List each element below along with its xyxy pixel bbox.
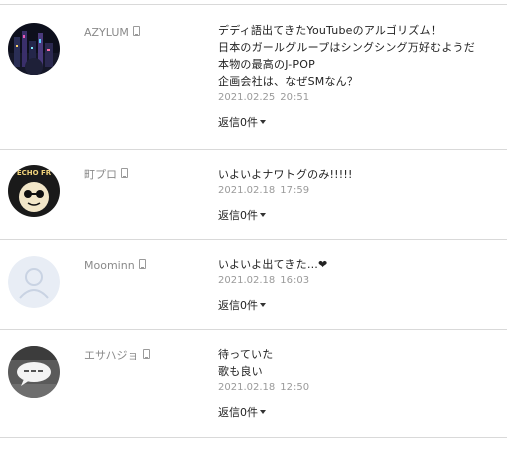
- comment-text-line: 待っていた: [218, 348, 274, 361]
- mobile-device-icon: [142, 349, 150, 359]
- comment-text-line: いよいよナワトグのみ!!!!!: [218, 168, 353, 181]
- mobile-device-icon: [132, 26, 140, 36]
- comment-author[interactable]: 町プロ: [84, 168, 128, 182]
- reply-label: 返信0件: [218, 209, 258, 222]
- reply-toggle-button[interactable]: 返信0件: [218, 406, 503, 420]
- time-value: 12:50: [280, 382, 310, 393]
- comment-body: デディ語出てきたYouTubeのアルゴリズム！ 日本のガールグループはシングシン…: [218, 22, 503, 130]
- author-name: AZYLUM: [84, 26, 129, 39]
- date-value: 2021.02.18: [218, 185, 276, 196]
- comment-author[interactable]: Moominn: [84, 259, 146, 273]
- comment-date: 2021.02.18 12:50: [218, 381, 503, 395]
- caret-down-icon: [260, 410, 266, 414]
- author-name: Moominn: [84, 259, 135, 272]
- caret-down-icon: [260, 120, 266, 124]
- comment-text-line: 歌も良い: [218, 365, 263, 378]
- reply-label: 返信0件: [218, 406, 258, 419]
- comment-item: Moominn いよいよ出てきた…❤ 2021.02.18 16:03 返信0件: [0, 240, 507, 330]
- comment-text-line: 日本のガールグループはシングシング万好むようだ: [218, 41, 475, 54]
- comment-body: いよいよナワトグのみ!!!!! 2021.02.18 17:59 返信0件: [218, 166, 503, 223]
- comment-date: 2021.02.25 20:51: [218, 91, 503, 105]
- comment-body: 待っていた 歌も良い 2021.02.18 12:50 返信0件: [218, 346, 503, 420]
- reply-label: 返信0件: [218, 116, 258, 129]
- date-value: 2021.02.18: [218, 275, 276, 286]
- comment-text-line: 本物の最高のJ-POP: [218, 58, 315, 71]
- mobile-device-icon: [138, 259, 146, 269]
- comment-author[interactable]: AZYLUM: [84, 26, 140, 40]
- comment-body: いよいよ出てきた…❤ 2021.02.18 16:03 返信0件: [218, 256, 503, 313]
- comment-text-line: いよいよ出てきた…❤: [218, 258, 328, 271]
- comment-text-line: デディ語出てきたYouTubeのアルゴリズム！: [218, 24, 442, 37]
- comment-item: エサハジョ 待っていた 歌も良い 2021.02.18 12:50 返信0件: [0, 330, 507, 438]
- time-value: 17:59: [280, 185, 310, 196]
- reply-toggle-button[interactable]: 返信0件: [218, 299, 503, 313]
- afro-character-avatar-icon[interactable]: ECHO FR: [8, 165, 60, 217]
- reply-toggle-button[interactable]: 返信0件: [218, 116, 503, 130]
- time-value: 16:03: [280, 275, 310, 286]
- reply-label: 返信0件: [218, 299, 258, 312]
- date-value: 2021.02.25: [218, 92, 276, 103]
- comment-item: ECHO FR 町プロ いよいよナワトグのみ!!!!! 2021.02.18 17…: [0, 150, 507, 240]
- comment-date: 2021.02.18 17:59: [218, 184, 503, 198]
- author-name: 町プロ: [84, 168, 117, 181]
- city-night-avatar-icon[interactable]: [8, 23, 60, 75]
- comment-date: 2021.02.18 16:03: [218, 274, 503, 288]
- author-name: エサハジョ: [84, 349, 139, 362]
- speech-bubble-avatar-icon[interactable]: [8, 346, 60, 398]
- time-value: 20:51: [280, 92, 310, 103]
- comment-item: AZYLUM デディ語出てきたYouTubeのアルゴリズム！ 日本のガールグルー…: [0, 5, 507, 150]
- date-value: 2021.02.18: [218, 382, 276, 393]
- comment-text-line: 企画会社は、なぜSMなん？: [218, 75, 359, 88]
- mobile-device-icon: [121, 168, 128, 178]
- caret-down-icon: [260, 303, 266, 307]
- default-user-avatar-icon[interactable]: [8, 256, 60, 308]
- avatar-lettering: ECHO FR: [17, 169, 52, 177]
- caret-down-icon: [260, 213, 266, 217]
- reply-toggle-button[interactable]: 返信0件: [218, 209, 503, 223]
- comment-author[interactable]: エサハジョ: [84, 349, 150, 363]
